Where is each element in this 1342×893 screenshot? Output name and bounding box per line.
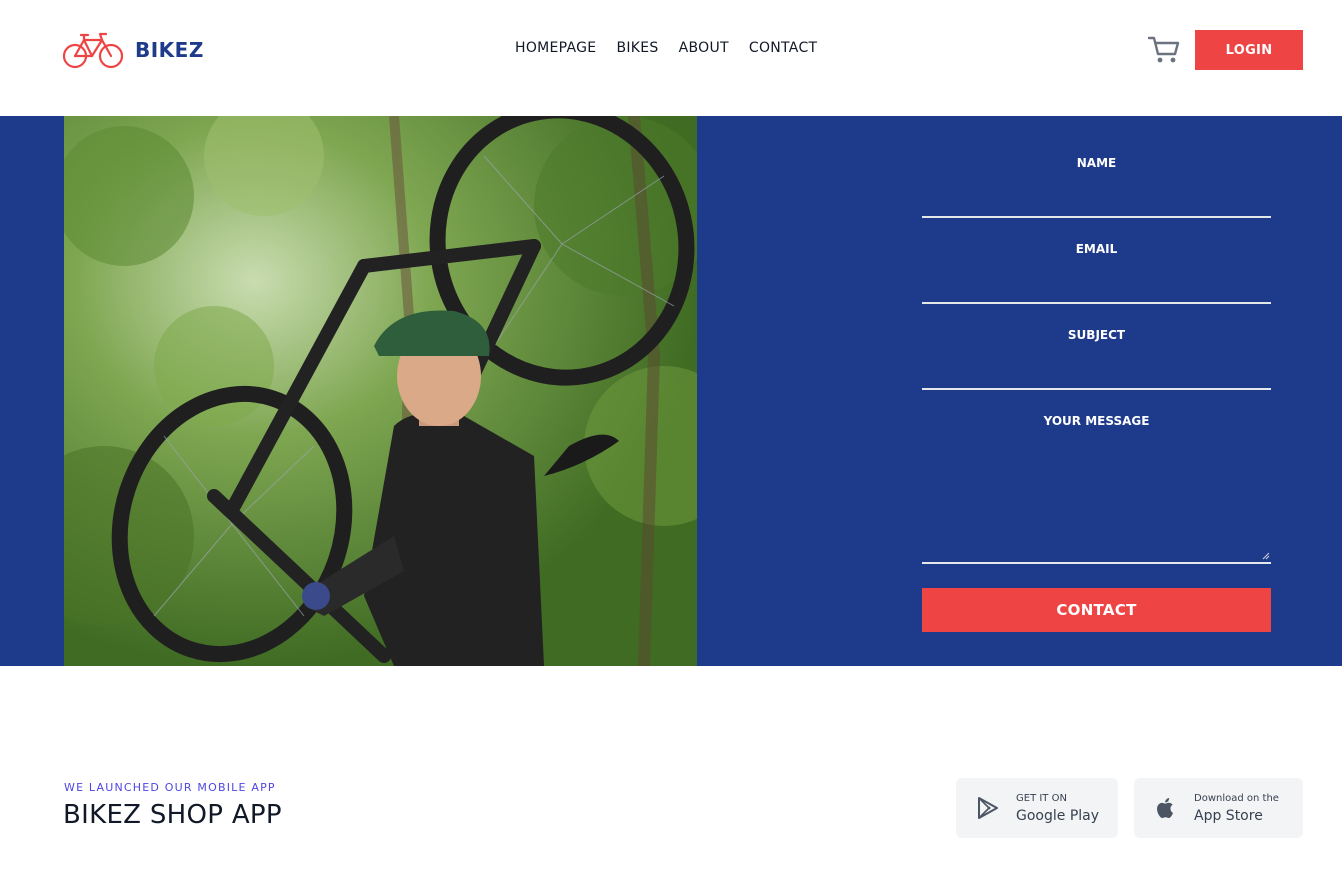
- nav-homepage[interactable]: HOMEPAGE: [515, 40, 596, 56]
- cart-icon[interactable]: [1147, 34, 1181, 66]
- email-label: EMAIL: [1075, 242, 1118, 256]
- main-nav: HOMEPAGE BIKES ABOUT CONTACT: [515, 40, 817, 56]
- app-store-big: App Store: [1194, 807, 1263, 824]
- play-icon: [978, 797, 998, 819]
- google-play-small: GET IT ON: [1016, 792, 1067, 804]
- name-input[interactable]: [922, 176, 1271, 218]
- contact-submit-button[interactable]: CONTACT: [922, 588, 1271, 632]
- subject-label: SUBJECT: [1067, 328, 1126, 342]
- name-label: NAME: [1076, 156, 1117, 170]
- app-title: BIKEZ SHOP APP: [63, 800, 282, 830]
- message-label: YOUR MESSAGE: [1043, 414, 1150, 428]
- contact-hero: NAME EMAIL SUBJECT YOUR MESSAGE CONTACT: [0, 116, 1342, 666]
- apple-icon: [1157, 798, 1173, 819]
- google-play-button[interactable]: GET IT ON Google Play: [956, 778, 1118, 838]
- cyclist-photo: [64, 116, 697, 666]
- app-kicker: WE LAUNCHED OUR MOBILE APP: [64, 781, 276, 794]
- resize-handle-icon[interactable]: [1262, 552, 1270, 560]
- app-store-button[interactable]: Download on the App Store: [1134, 778, 1303, 838]
- login-button[interactable]: LOGIN: [1195, 30, 1303, 70]
- nav-contact[interactable]: CONTACT: [749, 40, 818, 56]
- site-header: BIKEZ HOMEPAGE BIKES ABOUT CONTACT LOGIN: [0, 0, 1342, 116]
- subject-input[interactable]: [922, 348, 1271, 390]
- google-play-big: Google Play: [1016, 807, 1100, 824]
- nav-bikes[interactable]: BIKES: [616, 40, 658, 56]
- nav-about[interactable]: ABOUT: [679, 40, 729, 56]
- bicycle-icon: [62, 32, 124, 69]
- app-store-small: Download on the: [1194, 792, 1279, 804]
- message-textarea[interactable]: [922, 434, 1271, 564]
- brand-name: BIKEZ: [135, 38, 204, 62]
- brand-logo[interactable]: BIKEZ: [62, 30, 204, 70]
- email-input[interactable]: [922, 262, 1271, 304]
